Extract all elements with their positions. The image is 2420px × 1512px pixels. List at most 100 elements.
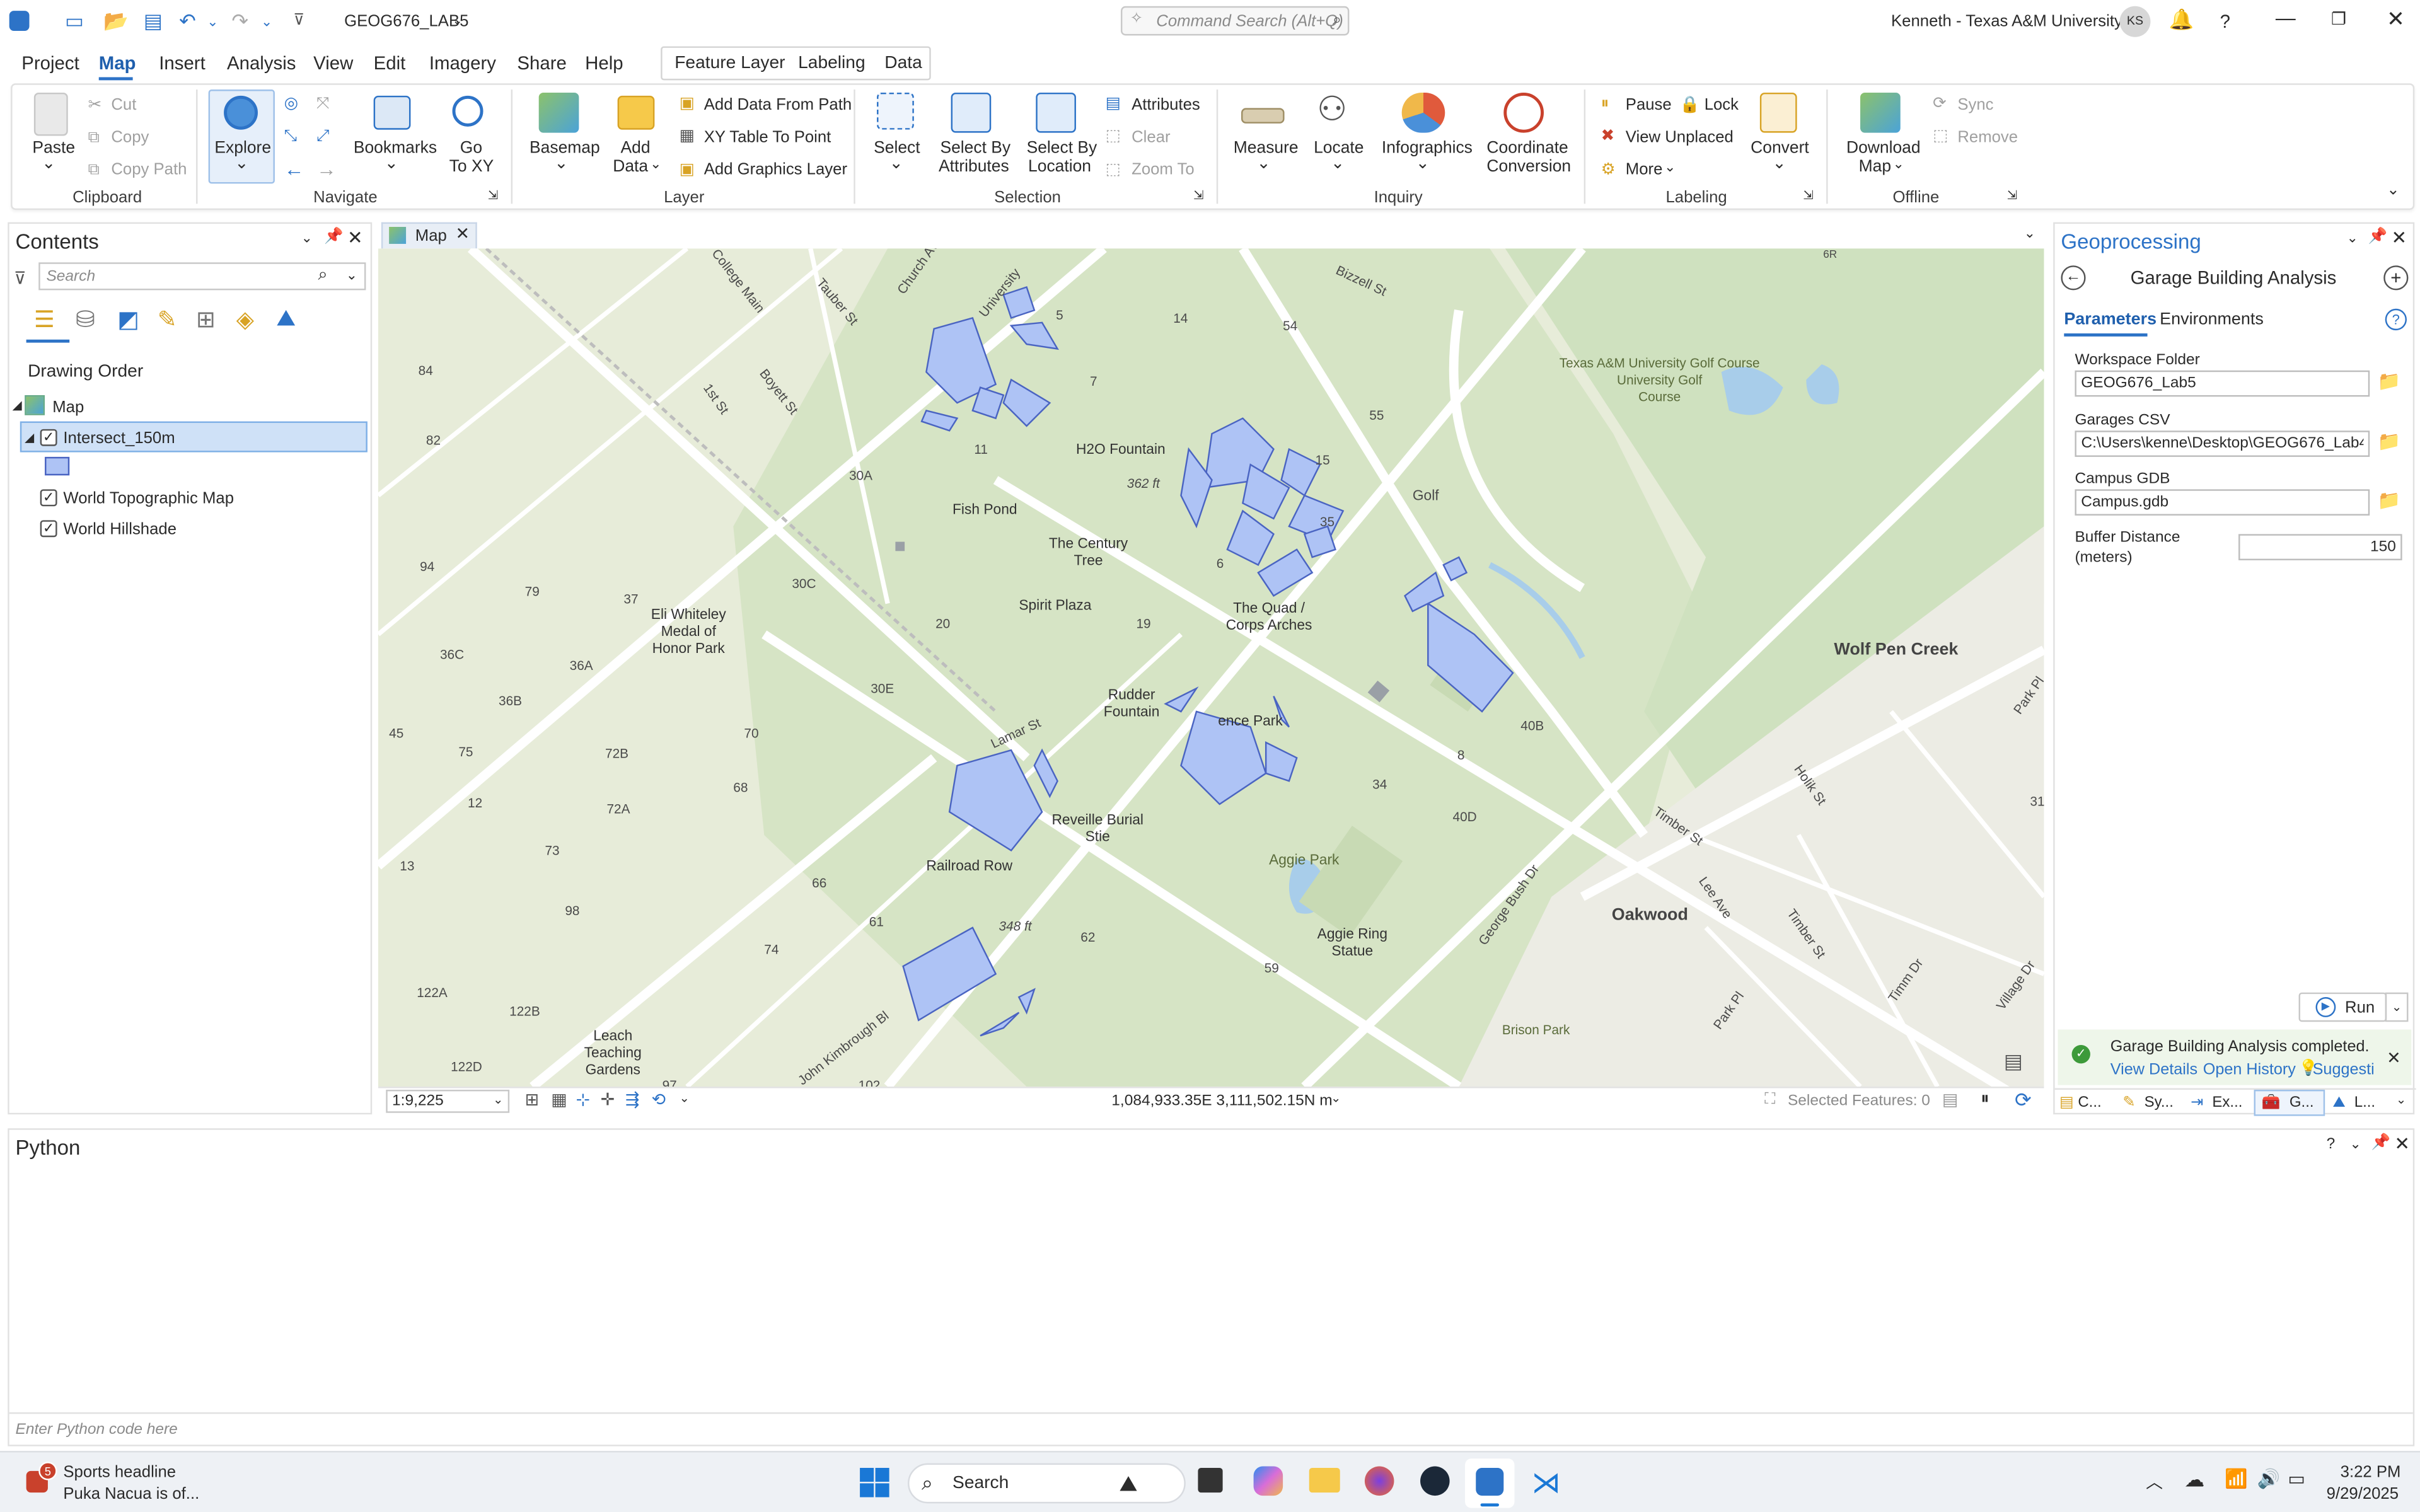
table-icon[interactable]: ▦ — [551, 1090, 567, 1109]
zoom-in-fixed-icon[interactable]: ⤡ — [284, 127, 298, 147]
add-graphics-layer-button[interactable]: Add Graphics Layer — [704, 161, 847, 179]
list-by-drawing-order-icon[interactable]: ☰ — [34, 306, 55, 333]
copy-path-button[interactable]: Copy Path — [111, 161, 187, 179]
collapse-ribbon-icon[interactable]: ⌄ — [2387, 182, 2400, 199]
map-canvas[interactable]: University Tauber St Church Av College M… — [378, 248, 2044, 1087]
new-project-icon[interactable]: ▭ — [65, 9, 84, 34]
open-project-icon[interactable]: 📂 — [103, 9, 129, 34]
tool-help-icon[interactable]: ? — [2385, 308, 2407, 331]
go-to-xy-label-1[interactable]: Go — [460, 139, 482, 159]
locate-binoculars-icon[interactable]: ⚇ — [1317, 89, 1347, 130]
lock-labels-button[interactable]: Lock — [1705, 96, 1739, 114]
tab-insert[interactable]: Insert — [159, 52, 206, 74]
clear-icon[interactable]: ⬚ — [1105, 127, 1120, 145]
layer-hillshade-label[interactable]: World Hillshade — [63, 520, 177, 538]
back-arrow-icon[interactable]: ← — [2061, 265, 2086, 291]
grid-icon[interactable]: ⊞ — [525, 1090, 540, 1109]
redo-dropdown-icon[interactable]: ⌄ — [261, 14, 272, 31]
tab-analysis[interactable]: Analysis — [227, 52, 296, 74]
basemap-dropdown-icon[interactable]: ⌄ — [554, 154, 568, 175]
bookmarks-dropdown-icon[interactable]: ⌄ — [385, 154, 398, 175]
dismiss-message-icon[interactable]: ✕ — [2387, 1048, 2401, 1068]
constraints-icon[interactable]: ✛ — [601, 1090, 615, 1109]
download-map-dropdown-icon[interactable]: ⌄ — [1892, 156, 1904, 173]
view-unplaced-button[interactable]: View Unplaced — [1626, 128, 1734, 146]
select-by-attributes-label-1[interactable]: Select By — [940, 139, 1010, 159]
select-by-location-icon[interactable] — [1036, 92, 1076, 133]
layer-visibility-checkbox[interactable]: ✓ — [40, 489, 57, 507]
filter-icon[interactable]: ⊽ — [14, 268, 26, 289]
full-extent-icon[interactable]: ◎ — [284, 94, 298, 112]
list-by-labeling-icon[interactable]: ◈ — [236, 306, 254, 333]
attributes-button[interactable]: Attributes — [1132, 96, 1200, 114]
more-labeling-icon[interactable]: ⚙ — [1601, 161, 1616, 179]
layer-intersect-label[interactable]: Intersect_150m — [63, 429, 175, 447]
list-by-selection-icon[interactable]: ◩ — [117, 306, 139, 333]
more-labeling-button[interactable]: More — [1626, 161, 1663, 179]
tab-environments[interactable]: Environments — [2160, 310, 2264, 328]
layer-visibility-checkbox[interactable]: ✓ — [40, 520, 57, 538]
suggestions-link[interactable]: Suggesti — [2313, 1062, 2375, 1079]
add-tool-icon[interactable]: + — [2383, 265, 2409, 291]
tab-labeling[interactable]: Labeling — [798, 54, 865, 72]
remove-icon[interactable]: ⬚ — [1933, 127, 1948, 145]
labeling-tab-icon[interactable]: ⛰ — [2332, 1094, 2345, 1111]
next-extent-icon[interactable]: → — [316, 158, 337, 181]
coordinate-conversion-label-1[interactable]: Coordinate — [1486, 139, 1568, 159]
sync-icon[interactable]: ⟳ — [1933, 94, 1947, 112]
help-icon[interactable]: ? — [2220, 11, 2230, 32]
zoom-to-icon[interactable]: ⬚ — [1105, 161, 1120, 179]
vscode-icon[interactable]: ⋊ — [1531, 1467, 1561, 1502]
workspace-folder-input[interactable] — [2075, 370, 2370, 397]
status-dropdown-icon[interactable]: ⌄ — [680, 1091, 690, 1105]
navigate-launcher-icon[interactable]: ⇲ — [488, 188, 498, 202]
download-map-icon[interactable] — [1860, 92, 1901, 133]
paste-icon[interactable] — [33, 92, 68, 136]
customize-toolbar-icon[interactable]: ⊽ — [293, 13, 304, 30]
undo-icon[interactable]: ↶ — [179, 9, 196, 34]
clear-button[interactable]: Clear — [1132, 128, 1170, 146]
search-options-icon[interactable]: ⌄ — [346, 267, 357, 284]
refresh-icon[interactable]: ⟳ — [2015, 1088, 2032, 1113]
tab-map[interactable]: Map — [99, 52, 136, 74]
add-graphics-layer-icon[interactable]: ▣ — [680, 161, 695, 179]
pin-icon[interactable]: 📌 — [2371, 1134, 2390, 1151]
xy-table-to-point-icon[interactable]: ▦ — [680, 127, 695, 145]
avatar[interactable]: KS — [2119, 6, 2151, 37]
list-by-editing-icon[interactable]: ✎ — [158, 306, 177, 333]
previous-extent-icon[interactable]: ← — [284, 158, 304, 181]
pane-tab-geoprocessing[interactable]: G... — [2290, 1094, 2314, 1111]
copy-button[interactable]: Copy — [111, 128, 149, 146]
python-input-placeholder[interactable]: Enter Python code here — [15, 1422, 177, 1439]
pane-options-icon[interactable]: ⌄ — [2349, 1136, 2361, 1153]
map-tips-icon[interactable]: ▤ — [2004, 1049, 2023, 1074]
labeling-launcher-icon[interactable]: ⇲ — [1803, 188, 1813, 202]
zoom-out-fixed-icon[interactable]: ⤢ — [316, 127, 330, 147]
convert-icon[interactable] — [1759, 92, 1797, 133]
contents-search-input[interactable]: Search ⌕ ⌄ — [38, 262, 366, 291]
symbology-tab-icon[interactable]: ✎ — [2122, 1094, 2135, 1111]
locate-dropdown-icon[interactable]: ⌄ — [1331, 154, 1345, 175]
copilot-icon[interactable] — [1253, 1466, 1283, 1496]
attributes-icon[interactable]: ▤ — [1105, 94, 1120, 112]
go-to-xy-icon[interactable] — [452, 95, 483, 127]
command-search[interactable]: ✧ Command Search (Alt+Q) ⌕ — [1120, 6, 1350, 36]
project-name[interactable]: GEOG676_LAB5 — [344, 13, 468, 31]
table-view-icon[interactable]: ▤ — [1942, 1090, 1958, 1109]
restore-icon[interactable]: ❐ — [2331, 9, 2346, 29]
add-data-from-path-button[interactable]: Add Data From Path — [704, 96, 852, 114]
map-expand-icon[interactable]: ◢ — [13, 398, 22, 412]
add-data-dropdown-icon[interactable]: ⌄ — [650, 156, 661, 173]
campus-gdb-input[interactable] — [2075, 489, 2370, 516]
remove-button[interactable]: Remove — [1957, 128, 2018, 146]
close-tab-icon[interactable]: ✕ — [455, 224, 470, 244]
layer-topographic-label[interactable]: World Topographic Map — [63, 489, 234, 507]
copy-path-icon[interactable]: ⧉ — [88, 161, 100, 181]
close-pane-icon[interactable]: ✕ — [2392, 227, 2407, 248]
convert-dropdown-icon[interactable]: ⌄ — [1772, 154, 1786, 175]
select-dropdown-icon[interactable]: ⌄ — [889, 154, 903, 175]
scale-dropdown[interactable]: 1:9,225 ⌄ — [386, 1089, 510, 1113]
layer-expand-icon[interactable]: ◢ — [25, 430, 34, 444]
coordinate-conversion-icon[interactable] — [1503, 92, 1544, 133]
infographics-icon[interactable] — [1401, 92, 1445, 133]
